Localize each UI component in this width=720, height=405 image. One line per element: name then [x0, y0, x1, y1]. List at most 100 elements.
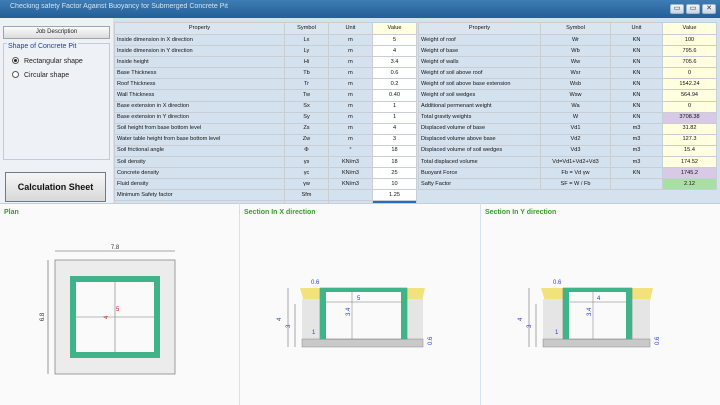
soil-fill-right	[632, 299, 650, 339]
unit-cell: m	[328, 67, 373, 80]
symbol-cell: Sy	[284, 111, 329, 124]
soil-fill-left	[543, 299, 563, 339]
pit-body	[319, 287, 408, 340]
value-cell[interactable]: 5	[372, 33, 417, 47]
value-cell[interactable]: 1.25	[372, 189, 417, 202]
minimize-icon[interactable]: ▭	[670, 4, 684, 14]
table-row: Total displaced volume Vd=Vd1+Vd2+Vd3 m3 17…	[418, 156, 717, 169]
col-header: Value	[662, 22, 717, 35]
table-row: Displaced volume above base Vd2 m3 127.3	[418, 133, 717, 146]
radio-unchecked-icon	[12, 71, 19, 78]
unit-cell: m3	[610, 133, 663, 146]
property-cell: Concrete density	[114, 167, 285, 180]
value-cell: 705.6	[662, 56, 717, 69]
value-cell[interactable]: 25	[372, 167, 417, 180]
symbol-cell: Zw	[284, 133, 329, 146]
table-row: Inside dimension in Y direction Ly m 4	[114, 45, 417, 58]
property-cell: Inside dimension in Y direction	[114, 45, 285, 58]
section-x-drawing: 5 3.4 0.6 4 3 1 0.6	[277, 280, 434, 348]
input-table: Property Symbol Unit Value Inside dimens…	[114, 22, 417, 213]
unit-cell: KN/m3	[328, 156, 373, 169]
unit-cell	[328, 189, 373, 202]
symbol-cell: Zs	[284, 122, 329, 135]
value-cell[interactable]: 18	[372, 156, 417, 169]
property-cell: Weight of soil wedges	[418, 89, 541, 102]
col-header: Unit	[610, 22, 663, 35]
value-cell: 127.3	[662, 133, 717, 146]
value-cell: 2.12	[662, 178, 717, 191]
property-cell: Safty Factor	[418, 178, 541, 191]
value-cell[interactable]: 0.2	[372, 78, 417, 91]
value-cell[interactable]: 3	[372, 133, 417, 146]
unit-cell: °	[328, 144, 373, 158]
top-dim-label: 0.6	[553, 280, 562, 286]
table-row: Base Thickness Tb m 0.6	[114, 67, 417, 80]
col-header: Symbol	[540, 22, 611, 35]
restore-icon[interactable]: ▭	[686, 4, 700, 14]
symbol-cell: Vd=Vd1+Vd2+Vd3	[540, 156, 611, 169]
symbol-cell: Tb	[284, 67, 329, 80]
symbol-cell: Vd2	[540, 133, 611, 146]
col-header: Property	[114, 22, 285, 35]
value-cell[interactable]: 4	[372, 45, 417, 58]
table-row: Weight of soil wedges Wsw KN 564.94	[418, 89, 717, 102]
zs-label: 4	[518, 317, 524, 321]
value-cell[interactable]: 0.6	[372, 67, 417, 80]
wall-left	[563, 288, 569, 339]
top-dim-label: 0.6	[311, 280, 320, 286]
wall-right	[626, 288, 632, 339]
radio-rectangular[interactable]: Rectangular shape	[12, 57, 83, 65]
symbol-cell: W	[540, 111, 611, 124]
table-row: Weight of soil above base extension Wsb KN…	[418, 78, 717, 91]
calculation-sheet-button[interactable]: Calculation Sheet	[5, 172, 106, 202]
value-cell: 564.94	[662, 89, 717, 102]
table-row: Total gravity weights W KN 3708.38	[418, 111, 717, 124]
unit-cell: KN	[610, 67, 663, 80]
unit-cell: KN	[610, 89, 663, 102]
unit-cell: KN	[610, 111, 663, 124]
plan-drawing: 7.8 6.8 5 4	[40, 245, 176, 375]
property-cell: Weight of base	[418, 45, 541, 58]
value-cell[interactable]: 4	[372, 122, 417, 135]
zw-label: 3	[527, 324, 533, 328]
symbol-cell: Wsr	[540, 67, 611, 80]
table-row: Concrete density γc KN/m3 25	[114, 167, 417, 180]
unit-cell: m	[328, 89, 373, 102]
value-cell[interactable]: 0.40	[372, 89, 417, 102]
value-cell[interactable]: 1	[372, 111, 417, 124]
property-cell: Weight of soil above base extension	[418, 78, 541, 91]
value-cell: 174.52	[662, 156, 717, 169]
table-row: Roof Thickness Tr m 0.2	[114, 78, 417, 91]
value-cell[interactable]: 3.4	[372, 56, 417, 69]
results-table: Property Symbol Unit Value Weight of roo…	[418, 22, 717, 191]
property-cell: Base extension in Y direction	[114, 111, 285, 124]
symbol-cell: Lx	[284, 33, 329, 47]
unit-cell: m3	[610, 144, 663, 158]
value-cell[interactable]: 18	[372, 144, 417, 158]
shape-group: Shape of Concrete Pit Rectangular shape …	[3, 43, 110, 160]
unit-cell: KN	[610, 56, 663, 69]
unit-cell: KN	[610, 33, 663, 47]
property-cell: Inside height	[114, 56, 285, 69]
col-header: Unit	[328, 22, 373, 35]
property-cell: Fluid density	[114, 178, 285, 191]
property-cell: Soil height from base bottom level	[114, 122, 285, 135]
job-description-button[interactable]: Job Description	[3, 26, 110, 39]
symbol-cell: Tw	[284, 89, 329, 102]
property-cell: Weight of roof	[418, 33, 541, 47]
value-cell: 31.82	[662, 122, 717, 135]
table-row: Displaced volume of base Vd1 m3 31.82	[418, 122, 717, 135]
value-cell[interactable]: 10	[372, 178, 417, 191]
table-row: Soil height from base bottom level Zs m 4	[114, 122, 417, 135]
symbol-cell: γw	[284, 178, 329, 191]
unit-cell: m	[328, 33, 373, 47]
unit-cell: m	[328, 111, 373, 124]
symbol-cell: Sx	[284, 100, 329, 113]
unit-cell: KN	[610, 167, 663, 180]
value-cell[interactable]: 1	[372, 100, 417, 113]
unit-cell: m	[328, 45, 373, 58]
col-header: Property	[418, 22, 541, 35]
close-icon[interactable]: ✕	[702, 4, 716, 14]
zs-label: 4	[277, 317, 283, 321]
radio-circular[interactable]: Circular shape	[12, 71, 69, 79]
